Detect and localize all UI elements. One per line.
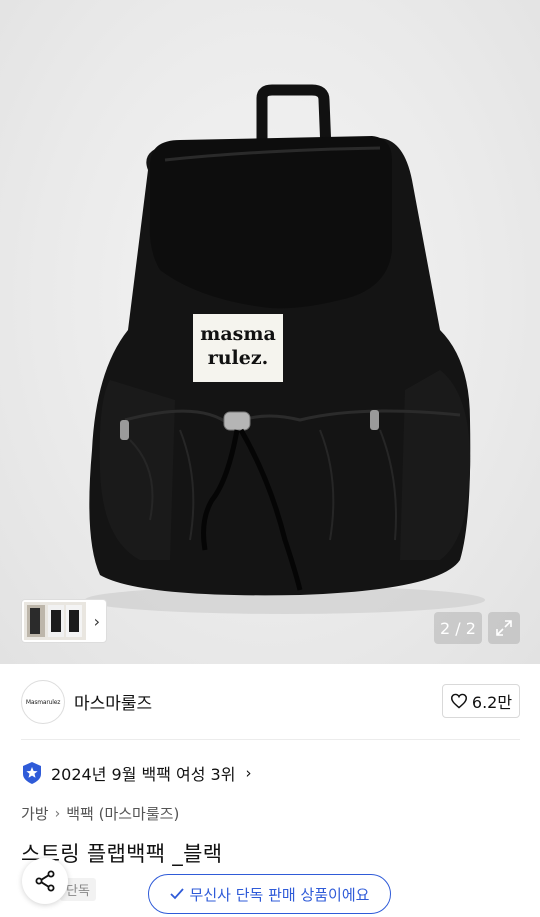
ranking-text: 2024년 9월 백팩 여성 3위 [51, 765, 236, 784]
share-icon [35, 870, 55, 892]
brand-logo[interactable]: Masmarulez [21, 680, 65, 724]
patch-line1: masma [200, 323, 276, 345]
brand-name[interactable]: 마스마룰즈 [74, 689, 152, 714]
thumbnail-strip[interactable]: › [21, 599, 107, 643]
heart-icon [450, 693, 467, 709]
image-counter: 2 / 2 [434, 612, 482, 644]
exclusive-sale-pill[interactable]: 무신사 단독 판매 상품이에요 [148, 874, 391, 914]
breadcrumb-category[interactable]: 가방 [21, 803, 49, 824]
patch-line2: rulez. [207, 347, 269, 369]
exclusive-sale-label: 무신사 단독 판매 상품이에요 [189, 885, 370, 904]
divider [21, 739, 520, 740]
thumbnail-images [24, 602, 86, 640]
chevron-right-icon[interactable]: › [94, 612, 100, 631]
chevron-right-icon: › [54, 805, 61, 822]
brand-logo-text: Masmarulez [25, 698, 61, 706]
brand-label-patch: masma rulez. [193, 322, 283, 370]
share-button[interactable] [22, 858, 68, 904]
like-button[interactable]: 6.2만 [442, 684, 520, 718]
check-icon [169, 888, 184, 900]
expand-icon[interactable] [488, 612, 520, 644]
ranking-badge-icon [23, 762, 41, 784]
breadcrumb-subcategory[interactable]: 백팩 (마스마룰즈) [66, 803, 179, 824]
breadcrumb: 가방 › 백팩 (마스마룰즈) [21, 803, 179, 824]
ranking-link[interactable]: 2024년 9월 백팩 여성 3위 › [21, 760, 251, 786]
brand-row: Masmarulez 마스마룰즈 6.2만 [0, 664, 540, 740]
like-count: 6.2만 [471, 693, 513, 712]
chevron-right-icon: › [245, 764, 252, 782]
product-image[interactable]: masma rulez. › 2 / 2 [0, 0, 540, 664]
